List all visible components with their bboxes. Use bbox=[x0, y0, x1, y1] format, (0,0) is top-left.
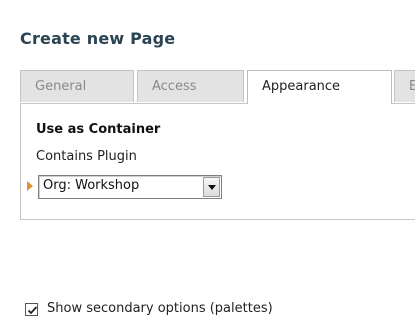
tab-partial[interactable]: E bbox=[394, 70, 415, 102]
tab-appearance[interactable]: Appearance bbox=[247, 70, 392, 104]
secondary-options-checkbox[interactable] bbox=[25, 303, 38, 316]
changed-field-marker-icon bbox=[27, 181, 33, 191]
field-heading: Use as Container bbox=[36, 122, 161, 137]
tab-access[interactable]: Access bbox=[137, 70, 244, 102]
tab-general[interactable]: General bbox=[20, 70, 134, 102]
page-title: Create new Page bbox=[20, 29, 176, 48]
field-label: Contains Plugin bbox=[36, 149, 137, 164]
contains-plugin-select[interactable]: Org: Workshop bbox=[38, 175, 222, 199]
secondary-options-label: Show secondary options (palettes) bbox=[47, 301, 273, 316]
select-value: Org: Workshop bbox=[43, 178, 140, 193]
chevron-down-icon[interactable] bbox=[203, 177, 220, 197]
page: Create new Page General Access Appearanc… bbox=[0, 0, 415, 325]
tab-bar: General Access Appearance E bbox=[20, 70, 415, 104]
tab-panel-appearance: Use as Container Contains Plugin Org: Wo… bbox=[20, 103, 415, 220]
checkmark-icon bbox=[27, 306, 38, 315]
